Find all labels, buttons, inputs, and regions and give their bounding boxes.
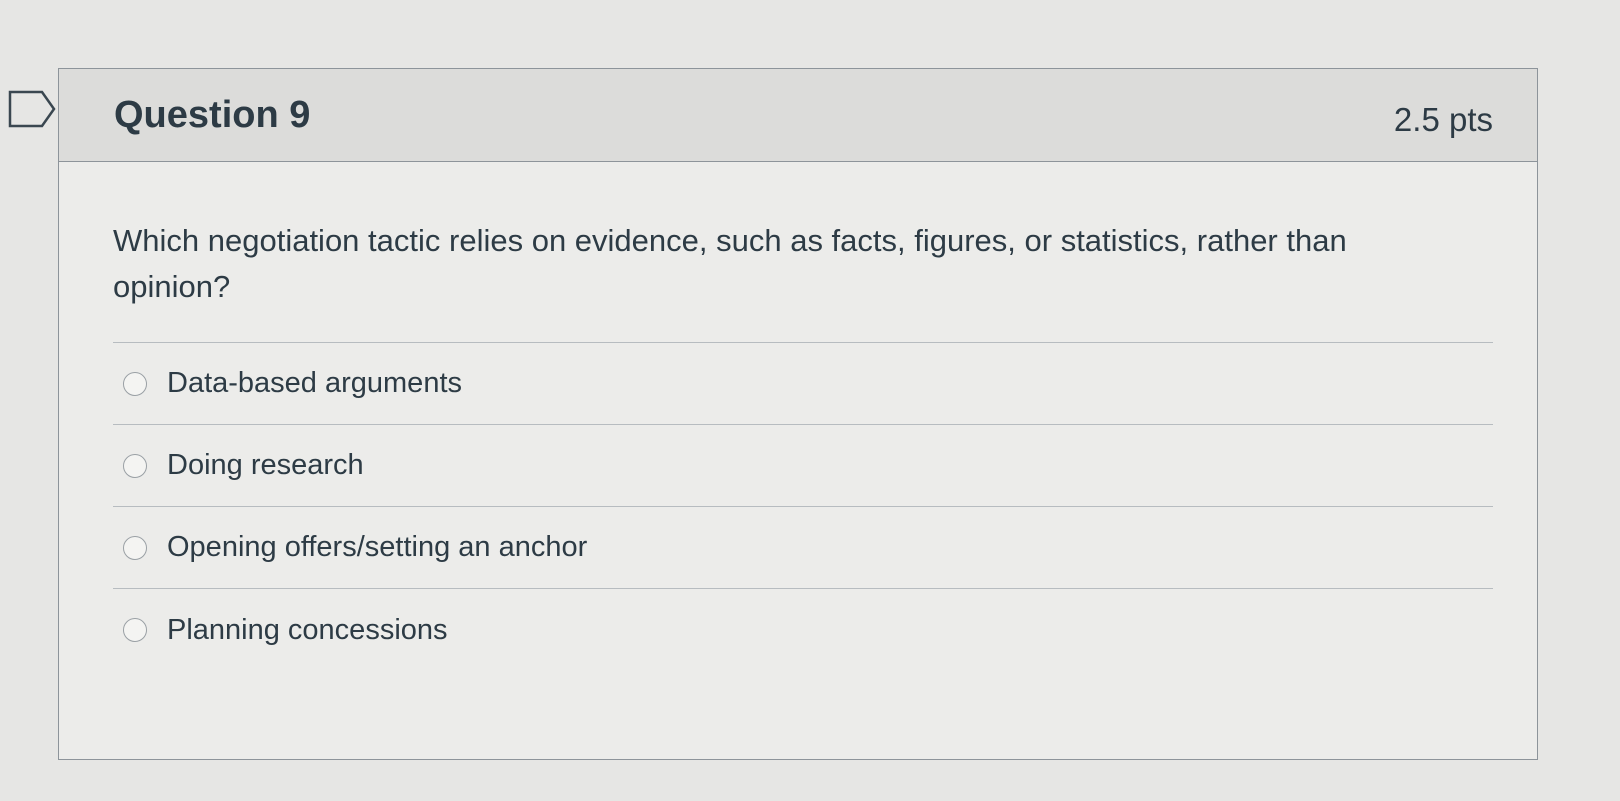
flag-question-icon[interactable]	[8, 90, 56, 128]
answer-option-doing-research[interactable]: Doing research	[113, 425, 1493, 507]
answer-label: Opening offers/setting an anchor	[167, 531, 588, 563]
answer-label: Planning concessions	[167, 613, 448, 646]
question-header: Question 9 2.5 pts	[59, 69, 1537, 162]
answer-label: Doing research	[167, 449, 364, 481]
question-card: Question 9 2.5 pts Which negotiation tac…	[58, 68, 1538, 760]
radio-button[interactable]	[123, 453, 147, 478]
answer-option-opening-offers[interactable]: Opening offers/setting an anchor	[113, 507, 1493, 589]
radio-button[interactable]	[123, 535, 147, 560]
radio-button[interactable]	[123, 371, 147, 396]
question-text: Which negotiation tactic relies on evide…	[113, 223, 1347, 304]
answer-option-data-based-arguments[interactable]: Data-based arguments	[113, 343, 1493, 425]
answer-label: Data-based arguments	[167, 367, 462, 399]
answer-option-planning-concessions[interactable]: Planning concessions	[113, 589, 1493, 671]
answer-list: Data-based arguments Doing research Open…	[113, 342, 1493, 671]
question-points: 2.5 pts	[1393, 101, 1493, 138]
radio-button[interactable]	[123, 618, 147, 642]
question-body: Which negotiation tactic relies on evide…	[59, 162, 1537, 671]
question-title: Question 9	[114, 93, 311, 136]
